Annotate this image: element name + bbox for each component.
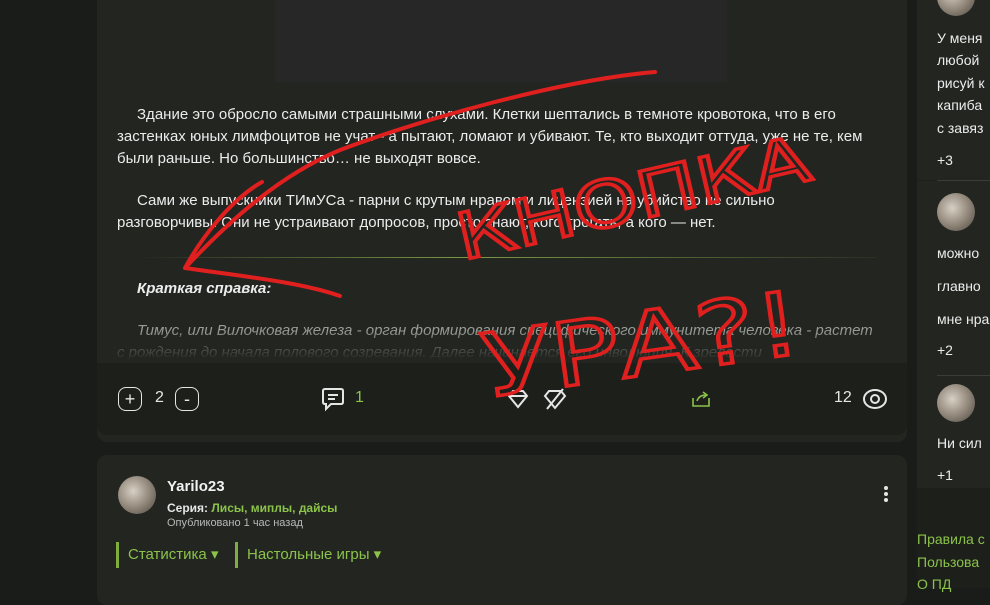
comment-line: главно bbox=[937, 278, 981, 294]
brief-title: Краткая справка: bbox=[137, 280, 272, 297]
diamond-icon[interactable] bbox=[507, 389, 529, 409]
post-body: Здание это обросло самыми страшными слух… bbox=[117, 104, 877, 254]
published-time: Опубликовано 1 час назад bbox=[167, 517, 303, 529]
plus-label: + bbox=[124, 389, 136, 409]
views-count: 12 bbox=[834, 389, 852, 406]
series-label: Серия: bbox=[167, 501, 209, 515]
footer-link-rules[interactable]: Правила с bbox=[917, 531, 985, 547]
comment-item[interactable]: можно главно мне нра +2 bbox=[917, 181, 990, 376]
footer-link-privacy[interactable]: О ПД bbox=[917, 576, 951, 592]
commenter-avatar[interactable] bbox=[937, 0, 975, 16]
more-menu-icon[interactable] bbox=[883, 484, 889, 504]
comment-icon[interactable] bbox=[321, 386, 345, 412]
eye-icon bbox=[863, 389, 887, 409]
comment-item[interactable]: Ни сил +1 bbox=[917, 376, 990, 488]
share-icon[interactable] bbox=[691, 390, 711, 408]
comment-line: У меня bbox=[937, 30, 983, 46]
tag-board-games[interactable]: Настольные игры ▾ bbox=[235, 542, 381, 568]
commenter-avatar[interactable] bbox=[937, 193, 975, 231]
author-avatar[interactable] bbox=[118, 476, 156, 514]
divider bbox=[136, 257, 876, 258]
comment-line: любой bbox=[937, 52, 980, 68]
post-card-2: Yarilo23 Серия: Лисы, миплы, дайсы Опубл… bbox=[97, 455, 907, 605]
commenter-avatar[interactable] bbox=[937, 384, 975, 422]
minus-label: - bbox=[184, 389, 190, 409]
rate-down-button[interactable]: - bbox=[175, 387, 199, 411]
comment-line: капиба bbox=[937, 97, 983, 113]
comment-score: +2 bbox=[937, 342, 953, 358]
rating-count: 2 bbox=[155, 389, 164, 406]
footer-link-user-agreement[interactable]: Пользова bbox=[917, 554, 979, 570]
comment-line: с завяз bbox=[937, 120, 984, 136]
post-card: Здание это обросло самыми страшными слух… bbox=[97, 0, 907, 442]
comment-score: +3 bbox=[937, 152, 953, 168]
comments-sidebar: У меня любой рисуй к капиба с завяз +3 м… bbox=[917, 0, 990, 592]
comment-line: мне нра bbox=[937, 311, 990, 327]
comment-score: +1 bbox=[937, 467, 953, 483]
comment-line: Ни сил bbox=[937, 435, 982, 451]
text-fade bbox=[97, 330, 907, 360]
comment-line: рисуй к bbox=[937, 75, 985, 91]
post-image[interactable] bbox=[275, 0, 727, 82]
rate-up-button[interactable]: + bbox=[118, 387, 142, 411]
comment-item[interactable]: У меня любой рисуй к капиба с завяз +3 bbox=[917, 0, 990, 180]
post-paragraph: Сами же выпускники ТИмУСа - парни с крут… bbox=[117, 192, 775, 231]
tag-statistics[interactable]: Статистика ▾ bbox=[116, 542, 218, 568]
author-name[interactable]: Yarilo23 bbox=[167, 478, 225, 495]
series-link[interactable]: Лисы, миплы, дайсы bbox=[211, 501, 337, 515]
comments-count[interactable]: 1 bbox=[355, 389, 364, 407]
series-line: Серия: Лисы, миплы, дайсы bbox=[167, 501, 337, 515]
no-donate-icon[interactable] bbox=[543, 388, 567, 410]
comment-line: можно bbox=[937, 245, 980, 261]
post-paragraph: Здание это обросло самыми страшными слух… bbox=[117, 106, 863, 167]
action-bar: + 2 - 1 12 bbox=[97, 363, 907, 435]
